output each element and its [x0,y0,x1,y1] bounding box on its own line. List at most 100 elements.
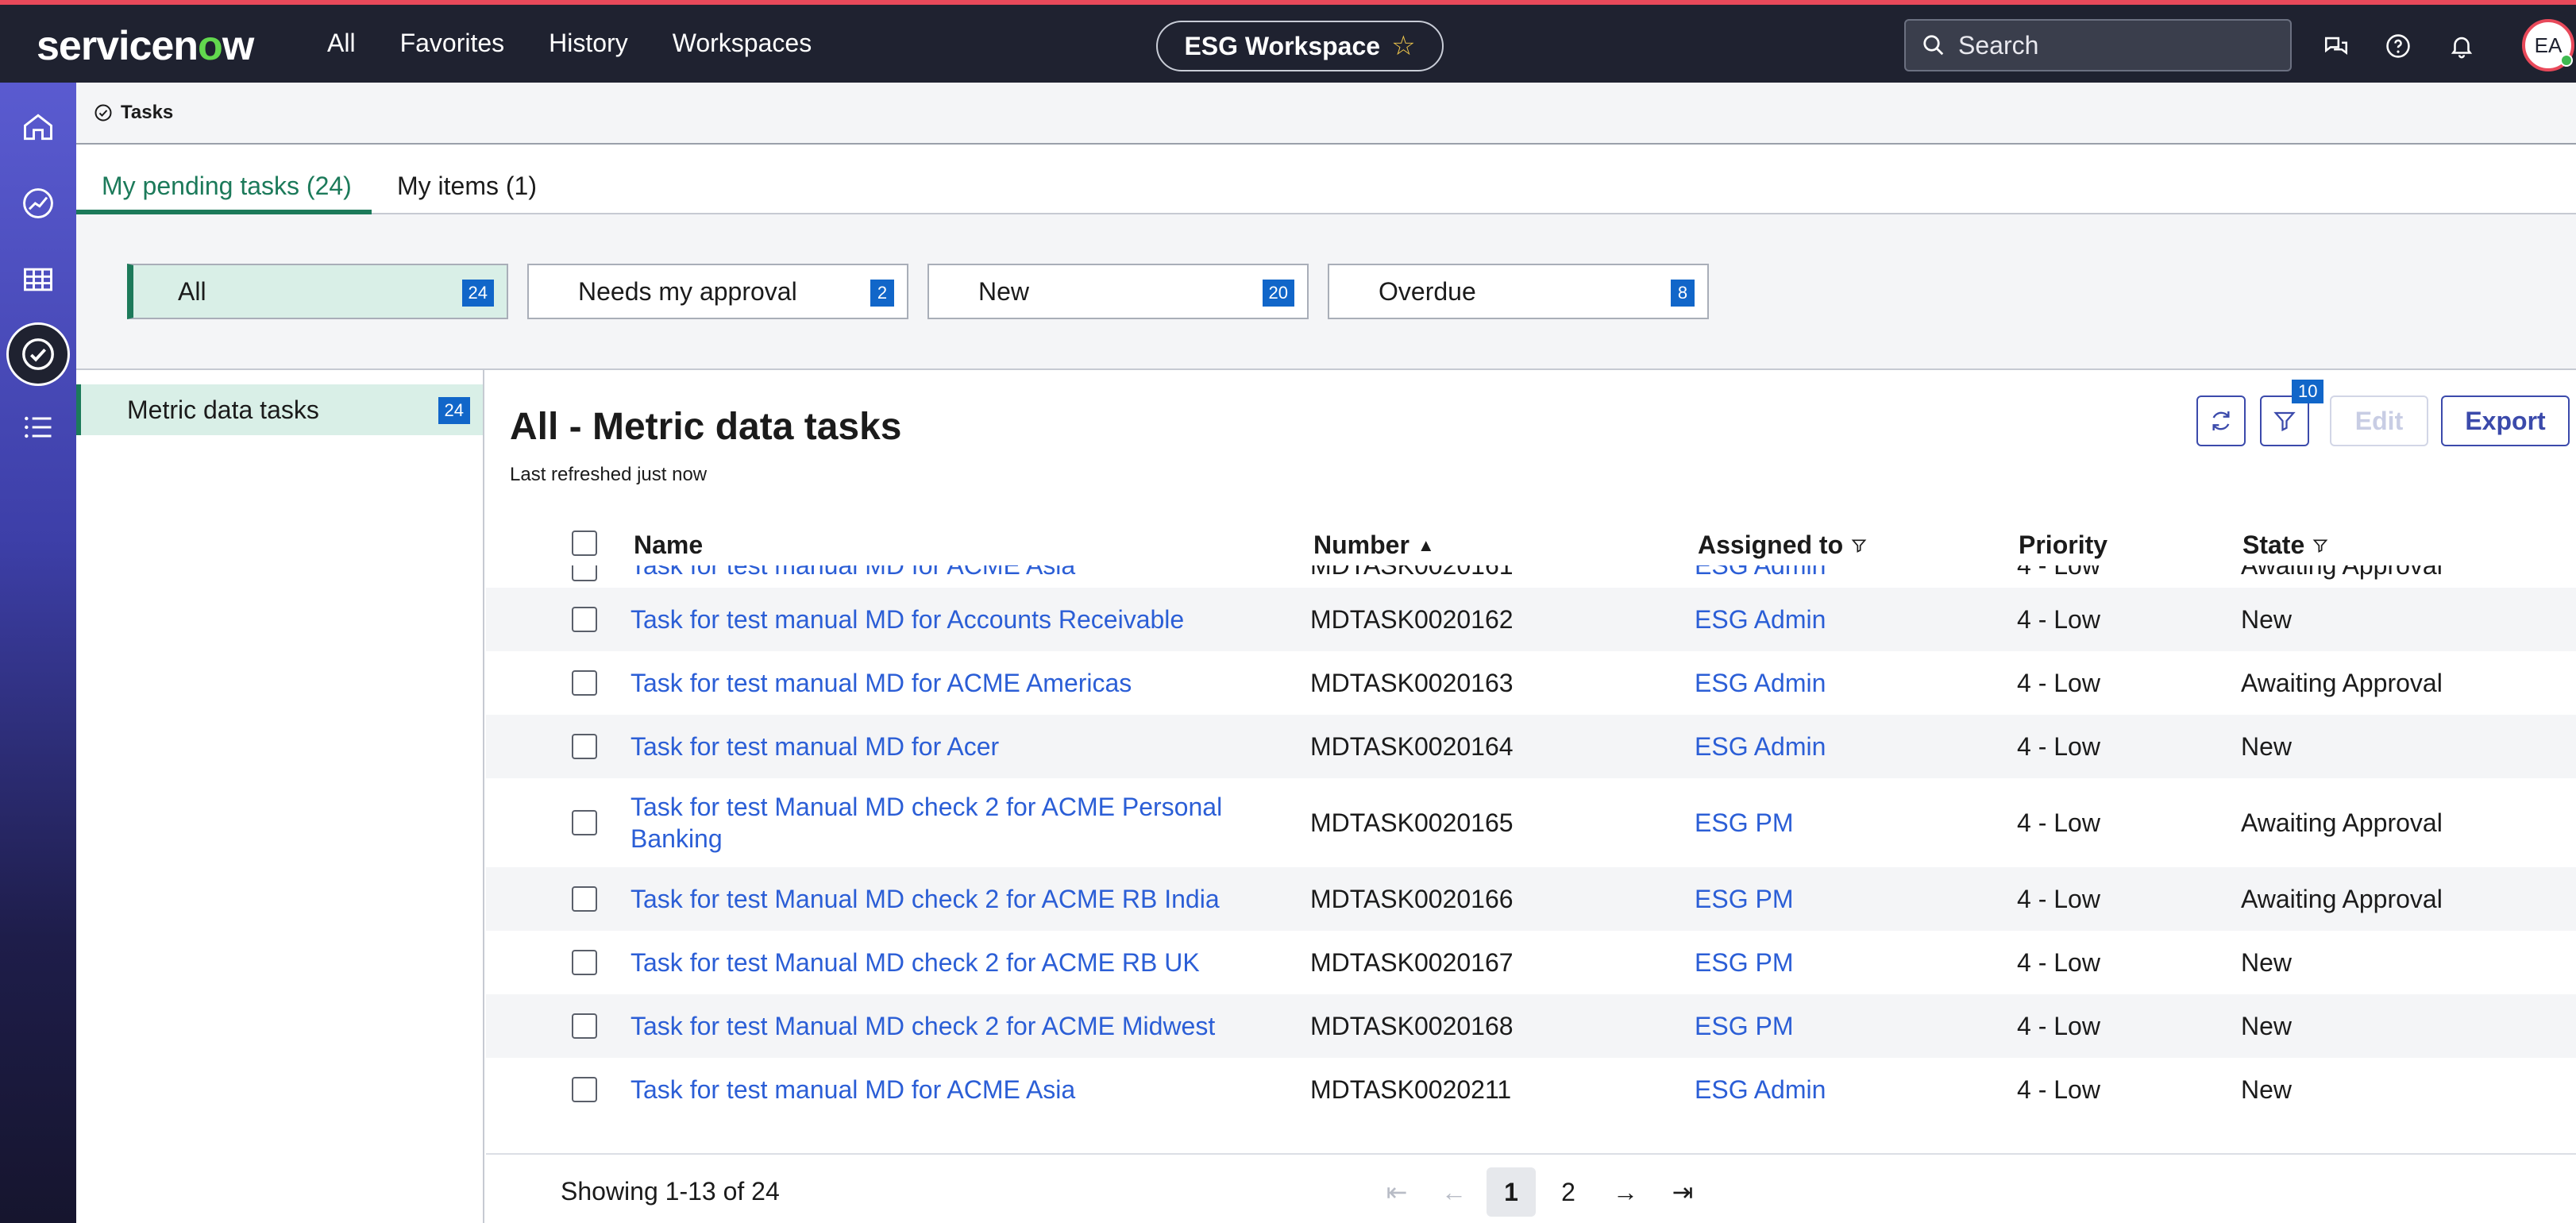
filter-count-badge: 10 [2292,380,2324,403]
table-row[interactable]: Task for test manual MD for ACME Asia MD… [486,1058,2576,1121]
edit-button[interactable]: Edit [2330,395,2428,446]
filter-overdue[interactable]: Overdue 8 [1328,264,1709,319]
filter-count-badge: 8 [1671,280,1695,307]
column-header-state[interactable]: State [2242,530,2328,560]
row-checkbox[interactable] [572,1013,597,1039]
filter-needs-my-approval[interactable]: Needs my approval 2 [527,264,908,319]
row-checkbox[interactable] [572,670,597,696]
page-2-button[interactable]: 2 [1544,1167,1593,1217]
nav-history[interactable]: History [549,29,628,58]
assigned-to-link[interactable]: ESG PM [1695,807,1793,839]
assigned-to-link[interactable]: ESG PM [1695,883,1793,915]
tasks-check-icon[interactable] [6,322,70,386]
tab-my-items[interactable]: My items (1) [397,172,537,201]
assigned-to-link[interactable]: ESG Admin [1695,565,1826,581]
table-row[interactable]: Task for test manual MD for ACME America… [486,651,2576,715]
table-row[interactable]: Task for test manual MD for Acer MDTASK0… [486,715,2576,778]
assigned-to-link[interactable]: ESG Admin [1695,731,1826,762]
nav-all[interactable]: All [327,29,356,58]
column-filter-icon [1851,539,1867,553]
page-1-button[interactable]: 1 [1487,1167,1536,1217]
search-input[interactable] [1958,30,2260,60]
column-header-label: Number [1313,530,1409,559]
task-name-link[interactable]: Task for test Manual MD check 2 for ACME… [631,791,1222,823]
task-name-link[interactable]: Task for test manual MD for ACME Asia [631,1074,1075,1105]
previous-page-icon[interactable]: ← [1429,1167,1479,1217]
help-icon[interactable] [2381,29,2416,64]
list-icon[interactable] [14,403,62,451]
refresh-button[interactable] [2196,395,2246,446]
nav-favorites[interactable]: Favorites [400,29,505,58]
home-icon[interactable] [14,103,62,151]
task-number: MDTASK0020165 [1310,808,1514,837]
task-name-link[interactable]: Task for test manual MD for ACME America… [631,667,1132,699]
priority-value: 4 - Low [2017,1075,2100,1104]
notifications-bell-icon[interactable] [2444,29,2479,64]
tab-my-pending-tasks[interactable]: My pending tasks (24) [102,172,352,201]
priority-value: 4 - Low [2017,605,2100,634]
filter-label: New [978,276,1030,306]
priority-value: 4 - Low [2017,669,2100,697]
next-page-icon[interactable]: → [1601,1167,1650,1217]
row-checkbox[interactable] [572,886,597,912]
table-row[interactable]: Task for test Manual MD check 2 for ACME… [486,931,2576,994]
row-checkbox[interactable] [572,810,597,835]
task-name-link-continued[interactable]: Banking [631,823,723,855]
table-row[interactable]: Task for test Manual MD check 2 for ACME… [486,867,2576,931]
workspace-title-pill[interactable]: ESG Workspace ☆ [1156,21,1444,71]
task-name-link[interactable]: Task for test Manual MD check 2 for ACME… [631,883,1220,915]
dashboard-icon[interactable] [14,179,62,227]
assigned-to-link[interactable]: ESG PM [1695,947,1793,978]
state-value: New [2241,948,2293,977]
row-checkbox[interactable] [572,734,597,759]
task-name-link[interactable]: Task for test manual MD for Acer [631,731,999,762]
filter-new[interactable]: New 20 [927,264,1309,319]
state-value: New [2241,605,2293,634]
check-circle-icon [94,104,112,122]
task-name-link[interactable]: Task for test Manual MD check 2 for ACME… [631,1010,1215,1042]
table-row[interactable]: Task for test manual MD for Accounts Rec… [486,588,2576,651]
servicenow-logo[interactable]: servicenow [37,22,254,70]
row-checkbox[interactable] [572,1077,597,1102]
export-button[interactable]: Export [2441,395,2570,446]
breadcrumb-tasks[interactable]: Tasks [121,102,173,124]
filter-funnel-icon [2273,411,2296,432]
star-icon[interactable]: ☆ [1391,30,1415,62]
column-header-number[interactable]: Number ▲ [1313,530,1435,560]
assigned-to-link[interactable]: ESG Admin [1695,1074,1826,1105]
task-name-link[interactable]: Task for test manual MD for Accounts Rec… [631,604,1184,635]
row-checkbox[interactable] [572,950,597,975]
user-avatar[interactable]: EA [2522,19,2574,71]
assigned-to-link[interactable]: ESG Admin [1695,604,1826,635]
column-header-name[interactable]: Name [634,530,703,560]
first-page-icon[interactable]: ⇤ [1372,1167,1421,1217]
row-checkbox[interactable] [572,607,597,632]
task-name-link[interactable]: Task for test manual MD for ACME Asia [631,565,1075,581]
priority-value: 4 - Low [2017,885,2100,913]
assigned-to-link[interactable]: ESG PM [1695,1010,1793,1042]
sort-ascending-icon: ▲ [1417,534,1435,555]
select-all-checkbox[interactable] [572,530,597,556]
row-checkbox[interactable] [572,565,597,581]
column-header-label: Name [634,530,704,559]
table-icon[interactable] [14,256,62,303]
task-name-link[interactable]: Task for test Manual MD check 2 for ACME… [631,947,1200,978]
table-row[interactable]: Task for test Manual MD check 2 for ACME… [486,994,2576,1058]
task-number: MDTASK0020161 [1310,565,1514,580]
column-header-assigned-to[interactable]: Assigned to [1698,530,1867,560]
filter-count-badge: 24 [461,280,494,307]
global-search[interactable] [1904,19,2292,71]
priority-value: 4 - Low [2017,948,2100,977]
filter-all[interactable]: All 24 [127,264,508,319]
assigned-to-link[interactable]: ESG Admin [1695,667,1826,699]
sidebar-item-metric-data-tasks[interactable]: Metric data tasks 24 [76,384,483,435]
last-page-icon[interactable]: ⇥ [1658,1167,1707,1217]
priority-value: 4 - Low [2017,808,2100,837]
column-header-priority[interactable]: Priority [2019,530,2107,560]
table-body: Task for test manual MD for ACME Asia MD… [486,565,2576,1121]
workspace-title: ESG Workspace [1184,31,1381,60]
nav-workspaces[interactable]: Workspaces [673,29,812,58]
chat-icon[interactable] [2319,29,2354,64]
table-row[interactable]: Task for test Manual MD check 2 for ACME… [486,778,2576,867]
table-row[interactable]: Task for test manual MD for ACME Asia MD… [486,565,2576,586]
